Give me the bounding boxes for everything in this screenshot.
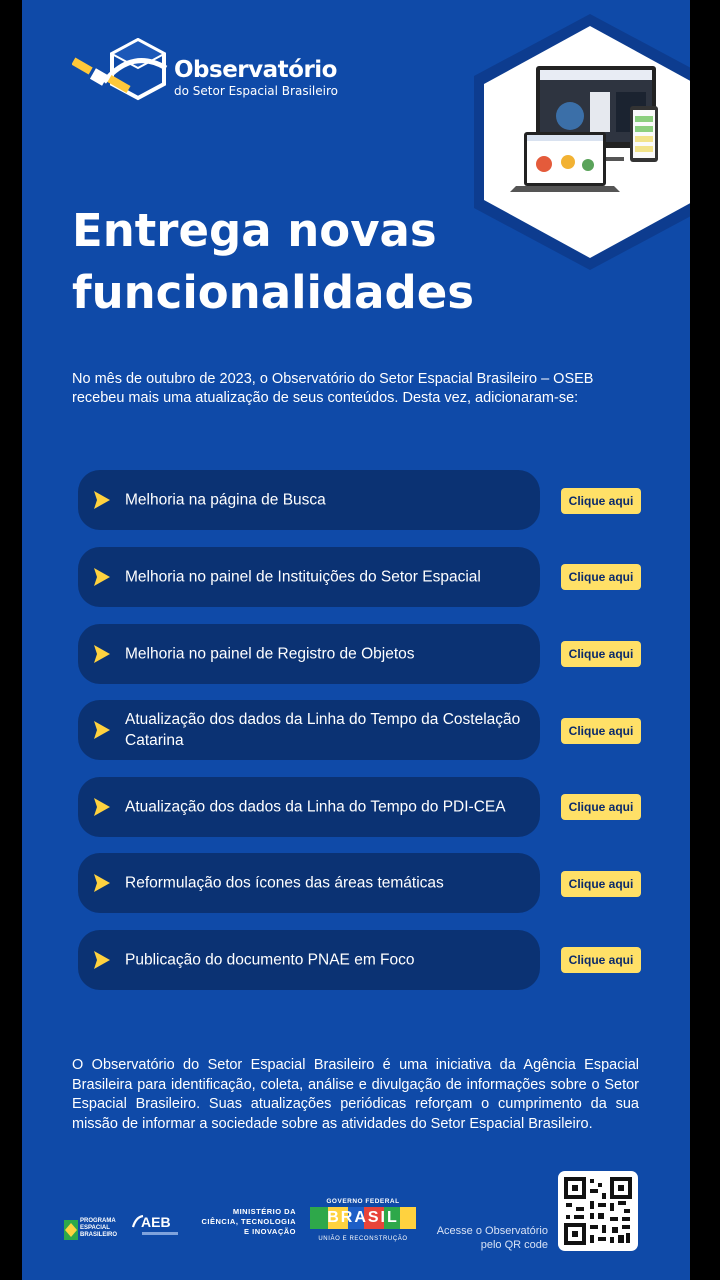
brand-subtitle: do Setor Espacial Brasileiro	[174, 84, 338, 98]
list-item: Melhoria no painel de Instituições do Se…	[78, 547, 540, 607]
governo-federal-logo: GOVERNO FEDERAL BRASIL UNIÃO E RECONSTRU…	[310, 1198, 416, 1248]
page-title: Entrega novas funcionalidades	[72, 204, 475, 319]
mcti-line: CIÊNCIA, TECNOLOGIA	[201, 1217, 296, 1226]
peb-line: PROGRAMA	[80, 1218, 116, 1224]
aeb-logo: AEB	[132, 1214, 180, 1240]
clique-aqui-button[interactable]: Clique aqui	[561, 641, 641, 667]
item-label: Publicação do documento PNAE em Foco	[125, 951, 415, 969]
clique-aqui-button[interactable]: Clique aqui	[561, 871, 641, 897]
item-label: Reformulação dos ícones das áreas temáti…	[125, 874, 444, 892]
item-label: Melhoria na página de Busca	[125, 491, 326, 509]
gov-bottom-text: UNIÃO E RECONSTRUÇÃO	[318, 1236, 408, 1242]
play-arrow-icon	[94, 645, 110, 663]
play-arrow-icon	[94, 951, 110, 969]
item-label: Melhoria no painel de Registro de Objeto…	[125, 645, 415, 663]
about-text: O Observatório do Setor Espacial Brasile…	[72, 1057, 639, 1132]
play-arrow-icon	[94, 798, 110, 816]
intro-text: No mês de outubro de 2023, o Observatóri…	[72, 371, 594, 406]
mcti-line: E INOVAÇÃO	[244, 1227, 296, 1236]
clique-aqui-button[interactable]: Clique aqui	[561, 947, 641, 973]
clique-aqui-button[interactable]: Clique aqui	[561, 488, 641, 514]
qr-caption: Acesse o Observatório pelo QR code	[436, 1225, 548, 1251]
gov-top-text: GOVERNO FEDERAL	[326, 1198, 400, 1205]
list-item: Reformulação dos ícones das áreas temáti…	[78, 853, 540, 913]
play-arrow-icon	[94, 568, 110, 586]
peb-line: BRASILEIRO	[80, 1232, 118, 1238]
play-arrow-icon	[94, 721, 110, 739]
satellite-hexagon-icon	[72, 38, 168, 101]
clique-aqui-button[interactable]: Clique aqui	[561, 718, 641, 744]
clique-aqui-button[interactable]: Clique aqui	[561, 794, 641, 820]
play-arrow-icon	[94, 491, 110, 509]
play-arrow-icon	[94, 874, 110, 892]
gov-word: BRASIL	[327, 1209, 399, 1226]
peb-logo: PROGRAMA ESPACIAL BRASILEIRO	[64, 1218, 134, 1242]
qr-code[interactable]	[558, 1171, 638, 1251]
list-item: Publicação do documento PNAE em Foco	[78, 930, 540, 990]
item-label: Melhoria no painel de Instituições do Se…	[125, 568, 481, 586]
poster: Observatório do Setor Espacial Brasileir…	[22, 0, 690, 1280]
item-label: Atualização dos dados da Linha do Tempo …	[125, 798, 506, 816]
qr-code-icon	[564, 1177, 632, 1245]
brand-title: Observatório	[174, 57, 338, 83]
item-label: Atualização dos dados da Linha do Tempo …	[125, 711, 521, 749]
oseb-logo: Observatório do Setor Espacial Brasileir…	[72, 38, 342, 102]
list-item: Melhoria na página de Busca	[78, 470, 540, 530]
peb-line: ESPACIAL	[80, 1225, 110, 1231]
list-item: Atualização dos dados da Linha do Tempo …	[78, 777, 540, 837]
mcti-line: MINISTÉRIO DA	[232, 1207, 296, 1216]
list-item: Atualização dos dados da Linha do Tempo …	[78, 700, 540, 760]
clique-aqui-button[interactable]: Clique aqui	[561, 564, 641, 590]
list-item: Melhoria no painel de Registro de Objeto…	[78, 624, 540, 684]
mcti-logo: MINISTÉRIO DA CIÊNCIA, TECNOLOGIA E INOV…	[188, 1207, 296, 1241]
aeb-text: AEB	[141, 1214, 171, 1230]
peb-flag-icon	[64, 1220, 78, 1240]
